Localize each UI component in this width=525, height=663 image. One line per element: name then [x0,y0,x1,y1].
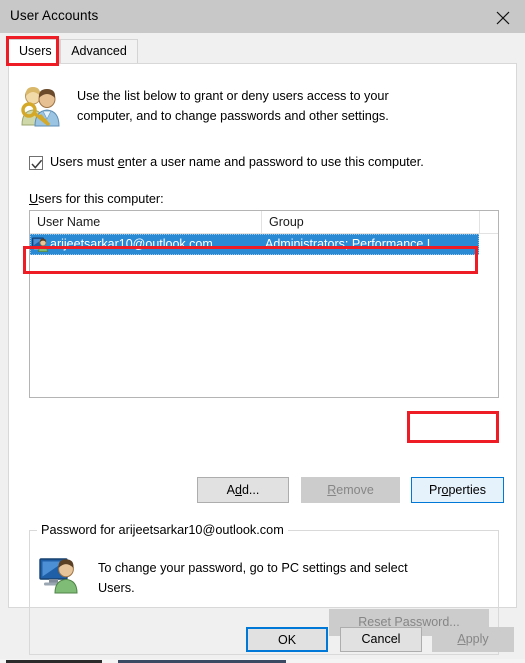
users-list-label: Users for this computer: [29,192,164,206]
users-with-key-icon [17,85,63,130]
add-label-post: d... [241,483,260,497]
header-line-1: Use the list below to grant or deny user… [77,89,389,103]
cell-group: Administrators; Performance L... [265,237,445,251]
table-row[interactable]: arijeetsarkar10@outlook.com Administrato… [30,234,479,255]
ok-button[interactable]: OK [246,627,328,652]
cell-user-name: arijeetsarkar10@outlook.com [50,237,213,251]
cancel-label: Cancel [361,632,401,646]
user-monitor-icon [39,556,81,597]
cb-label-mnemonic: e [117,155,125,169]
column-header-filler [480,211,498,233]
tab-advanced-label: Advanced [71,44,127,58]
cancel-button[interactable]: Cancel [340,627,422,652]
props-label-pre: Pr [429,483,442,497]
column-header-user-name[interactable]: User Name [30,211,262,233]
ok-label: OK [277,633,297,647]
tab-users-label: Users [19,44,52,58]
add-label-mnemonic: d [235,483,242,497]
header-description: Use the list below to grant or deny user… [77,86,492,126]
listview-header-row: User Name Group [30,211,498,234]
user-monitor-icon [32,237,48,255]
require-login-checkbox[interactable] [29,156,43,170]
tab-advanced[interactable]: Advanced [60,39,138,63]
add-label-pre: A [226,483,235,497]
apply-button: Apply [432,627,514,652]
close-icon[interactable] [480,0,525,33]
users-tab-page: Use the list below to grant or deny user… [8,63,517,655]
users-list-label-post: sers for this computer: [38,192,164,206]
props-label-post: perties [448,483,486,497]
add-button[interactable]: Add... [197,477,289,503]
properties-button[interactable]: Properties [411,477,504,503]
remove-label-mnemonic: R [327,483,337,497]
apply-label-mnemonic: A [457,632,466,646]
password-line-1: To change your password, go to PC settin… [98,561,408,575]
close-x-glyph [496,11,510,25]
window-title: User Accounts [10,8,99,23]
users-listview[interactable]: User Name Group arijeetsarkar10@outlook.… [29,210,499,398]
column-header-group[interactable]: Group [262,211,480,233]
password-line-2: Users. [98,581,135,595]
tab-users[interactable]: Users [8,39,60,64]
header-line-2: computer, and to change passwords and ot… [77,109,389,123]
cb-label-post: nter a user name and password to use thi… [124,155,424,169]
cb-label-pre: Users must [50,155,118,169]
apply-label-post: pply [465,632,489,646]
require-login-checkbox-label: Users must enter a user name and passwor… [50,155,424,169]
taskbar-sliver [0,659,525,663]
remove-button: Remove [301,477,400,503]
checkmark-icon [31,159,43,169]
password-groupbox-title: Password for arijeetsarkar10@outlook.com [37,523,288,537]
users-list-label-mnemonic: U [29,192,39,206]
titlebar: User Accounts [0,0,525,33]
password-instructions: To change your password, go to PC settin… [98,558,478,598]
remove-label-post: emove [336,483,374,497]
user-accounts-dialog: User Accounts Users Advanced Use the lis… [0,0,525,659]
